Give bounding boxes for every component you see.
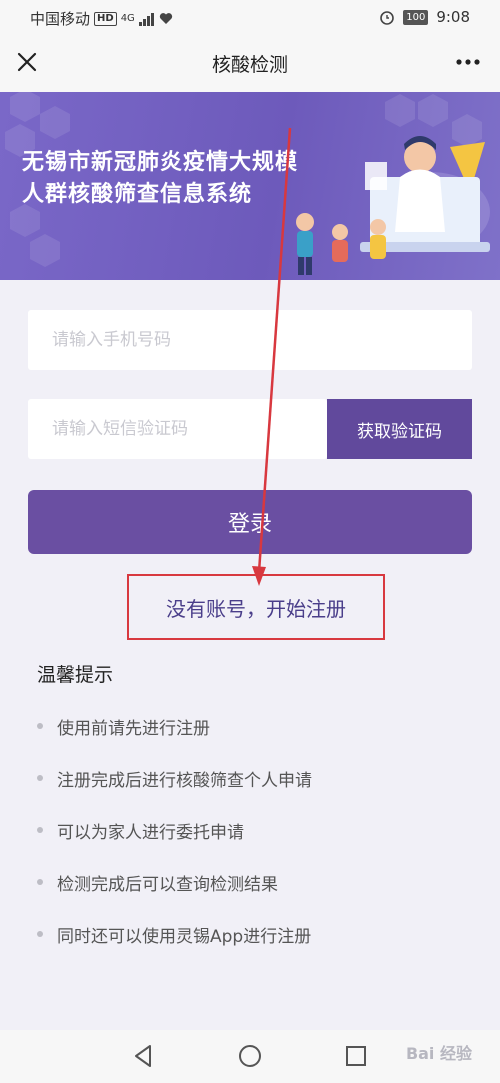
phone-field-container xyxy=(28,309,472,371)
banner-title-line2: 人群核酸筛查信息系统 xyxy=(22,182,253,207)
page-title: 核酸检测 xyxy=(211,54,288,76)
bullet-icon xyxy=(37,775,43,781)
tip-text: 可以为家人进行委托申请 xyxy=(57,822,244,843)
tip-item: 可以为家人进行委托申请 xyxy=(37,804,312,856)
carrier-label: 中国移动 xyxy=(30,10,91,28)
title-bar: 核酸检测 xyxy=(0,36,500,92)
hd-badge: HD xyxy=(94,11,117,26)
tip-text: 注册完成后进行核酸筛查个人申请 xyxy=(57,770,312,791)
back-icon[interactable] xyxy=(130,1042,158,1070)
tip-item: 检测完成后可以查询检测结果 xyxy=(37,856,312,908)
banner-title-line1: 无锡市新冠肺炎疫情大规模 xyxy=(22,150,299,175)
bullet-icon xyxy=(37,827,43,833)
banner: 无锡市新冠肺炎疫情大规模 人群核酸筛查信息系统 xyxy=(0,92,500,280)
get-code-button[interactable]: 获取验证码 xyxy=(327,399,472,459)
bullet-icon xyxy=(37,879,43,885)
signal-icon: 4G xyxy=(120,13,135,24)
tip-item: 使用前请先进行注册 xyxy=(37,700,312,752)
signal-bars-icon xyxy=(138,12,154,26)
tip-text: 检测完成后可以查询检测结果 xyxy=(57,874,278,895)
recents-icon[interactable] xyxy=(342,1042,370,1070)
phone-input[interactable] xyxy=(28,309,472,371)
status-bar: 中国移动 HD 4G 100 9:08 xyxy=(0,0,500,36)
bullet-icon xyxy=(37,931,43,937)
tip-item: 同时还可以使用灵锡App进行注册 xyxy=(37,908,312,960)
alarm-icon xyxy=(380,11,395,25)
tip-text: 使用前请先进行注册 xyxy=(57,718,210,739)
clock: 9:08 xyxy=(436,8,470,26)
banner-title: 无锡市新冠肺炎疫情大规模 人群核酸筛查信息系统 xyxy=(22,147,342,211)
tips-title: 温馨提示 xyxy=(37,664,114,686)
tip-item: 注册完成后进行核酸筛查个人申请 xyxy=(37,752,312,804)
sms-code-input[interactable] xyxy=(28,398,327,460)
register-link[interactable]: 没有账号，开始注册 xyxy=(127,574,385,640)
tips-list: 使用前请先进行注册 注册完成后进行核酸筛查个人申请 可以为家人进行委托申请 检测… xyxy=(37,700,312,960)
more-icon[interactable] xyxy=(454,50,482,74)
code-field-container xyxy=(28,398,327,460)
bullet-icon xyxy=(37,723,43,729)
baidu-watermark: Bai 经验 xyxy=(405,1044,472,1063)
battery-indicator: 100 xyxy=(403,9,429,25)
heart-icon xyxy=(159,13,172,24)
login-button[interactable]: 登录 xyxy=(28,490,472,554)
tip-text: 同时还可以使用灵锡App进行注册 xyxy=(57,926,312,947)
home-icon[interactable] xyxy=(236,1042,264,1070)
